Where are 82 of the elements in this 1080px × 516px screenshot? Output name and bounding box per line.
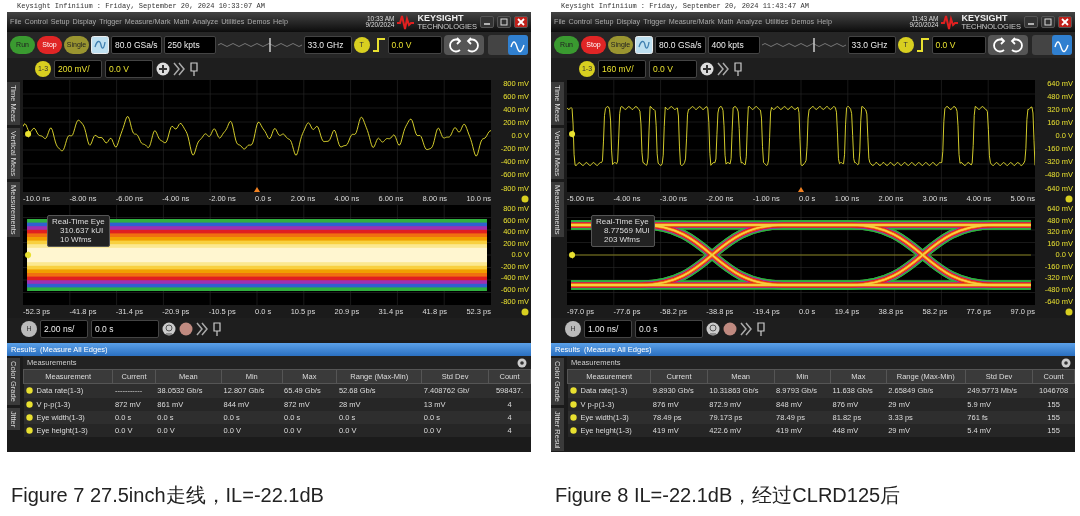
status-dot-icon: [25, 387, 33, 395]
channel-offset-field[interactable]: 0.0 V: [105, 60, 153, 78]
time-scale-field[interactable]: 1.00 ns/: [584, 320, 632, 338]
tooltip-title: Real-Time Eye: [596, 217, 650, 227]
trigger-marker-icon: [253, 187, 261, 192]
time-offset-field[interactable]: 0.0 s: [91, 320, 159, 338]
undo-redo-icon[interactable]: [987, 35, 1028, 55]
channel-marker-icon: [569, 130, 576, 138]
trigger-level-field[interactable]: 0.0 V: [387, 36, 442, 54]
trigger-marker-icon: [797, 187, 805, 192]
sine-wave-icon: [761, 36, 846, 54]
pin-icon[interactable]: [732, 61, 744, 77]
add-icon[interactable]: [156, 62, 170, 76]
channel-scale-field[interactable]: 200 mV/: [54, 60, 102, 78]
rising-edge-icon[interactable]: [915, 36, 930, 54]
chevron-icon[interactable]: [717, 62, 729, 76]
status-dot-icon: [25, 413, 33, 421]
channel-marker-icon: [25, 251, 32, 259]
bandwidth-field[interactable]: 33.0 GHz: [303, 36, 352, 54]
settings-icon[interactable]: [1061, 357, 1071, 368]
chevron-icon[interactable]: [196, 322, 208, 336]
tooltip-title: Real-Time Eye: [52, 217, 105, 227]
channel-marker-icon: [25, 130, 32, 138]
chevron-icon[interactable]: [173, 62, 185, 76]
layout-icon[interactable]: [488, 35, 528, 55]
sample-rate-field[interactable]: 80.0 GSa/s: [111, 36, 162, 54]
maximize-icon: [500, 18, 508, 26]
logo-icon: [397, 14, 415, 30]
close-button[interactable]: [1058, 16, 1072, 28]
zoom-icon[interactable]: [706, 322, 720, 336]
figure-caption: Figure 7 27.5inch走线，IL=-22.1dB: [10, 483, 325, 508]
channel-scale-field[interactable]: 160 mV/: [598, 60, 646, 78]
brand-name: KEYSIGHT: [417, 13, 464, 23]
brand-name: KEYSIGHT: [961, 13, 1008, 23]
scroll-handle-icon[interactable]: [1065, 307, 1073, 316]
minimize-button[interactable]: [1024, 16, 1038, 28]
memory-depth-field[interactable]: 400 kpts: [707, 36, 760, 54]
ui-count-text: 310.637 kUI: [59, 226, 105, 236]
ui-count-text: 8.77569 MUI: [603, 226, 650, 236]
figure-caption: Figure 8 IL=-22.1dB，经过CLRD125后: [554, 483, 902, 508]
maximize-icon: [1044, 18, 1052, 26]
rising-edge-icon[interactable]: [371, 36, 386, 54]
status-dot-icon: [569, 400, 577, 408]
zoom-icon[interactable]: [162, 322, 176, 336]
memory-depth-field[interactable]: 250 kpts: [163, 36, 216, 54]
bandwidth-field[interactable]: 33.0 GHz: [847, 36, 896, 54]
status-dot-icon: [569, 387, 577, 395]
time-offset-field[interactable]: 0.0 s: [635, 320, 703, 338]
trigger-level-field[interactable]: 0.0 V: [931, 36, 986, 54]
close-button[interactable]: [514, 16, 528, 28]
close-icon: [517, 18, 525, 26]
scroll-handle-icon[interactable]: [521, 307, 529, 316]
status-dot-icon: [25, 400, 33, 408]
close-icon: [1061, 18, 1069, 26]
status-dot-icon: [569, 413, 577, 421]
scroll-handle-icon[interactable]: [1065, 194, 1073, 203]
pin-icon[interactable]: [211, 321, 223, 337]
ball-icon[interactable]: [723, 322, 737, 336]
ball-icon[interactable]: [179, 322, 193, 336]
add-icon[interactable]: [700, 62, 714, 76]
scroll-handle-icon[interactable]: [521, 194, 529, 203]
logo-icon: [941, 14, 959, 30]
status-dot-icon: [25, 427, 33, 435]
undo-redo-icon[interactable]: [443, 35, 484, 55]
settings-icon[interactable]: [517, 357, 527, 368]
chevron-icon[interactable]: [740, 322, 752, 336]
waveform-count-text: 10 Wfms: [59, 235, 93, 245]
sample-rate-field[interactable]: 80.0 GSa/s: [655, 36, 706, 54]
acquisition-icon[interactable]: [91, 36, 109, 54]
pin-icon[interactable]: [188, 61, 200, 77]
minimize-button[interactable]: [480, 16, 494, 28]
channel-offset-field[interactable]: 0.0 V: [649, 60, 697, 78]
acquisition-icon[interactable]: [635, 36, 653, 54]
maximize-button[interactable]: [497, 16, 511, 28]
time-scale-field[interactable]: 2.00 ns/: [40, 320, 88, 338]
waveform-count-text: 203 Wfms: [603, 235, 641, 245]
pin-icon[interactable]: [755, 321, 767, 337]
maximize-button[interactable]: [1041, 16, 1055, 28]
channel-marker-icon: [569, 251, 576, 259]
layout-icon[interactable]: [1032, 35, 1072, 55]
sine-wave-icon: [217, 36, 302, 54]
status-dot-icon: [569, 427, 577, 435]
